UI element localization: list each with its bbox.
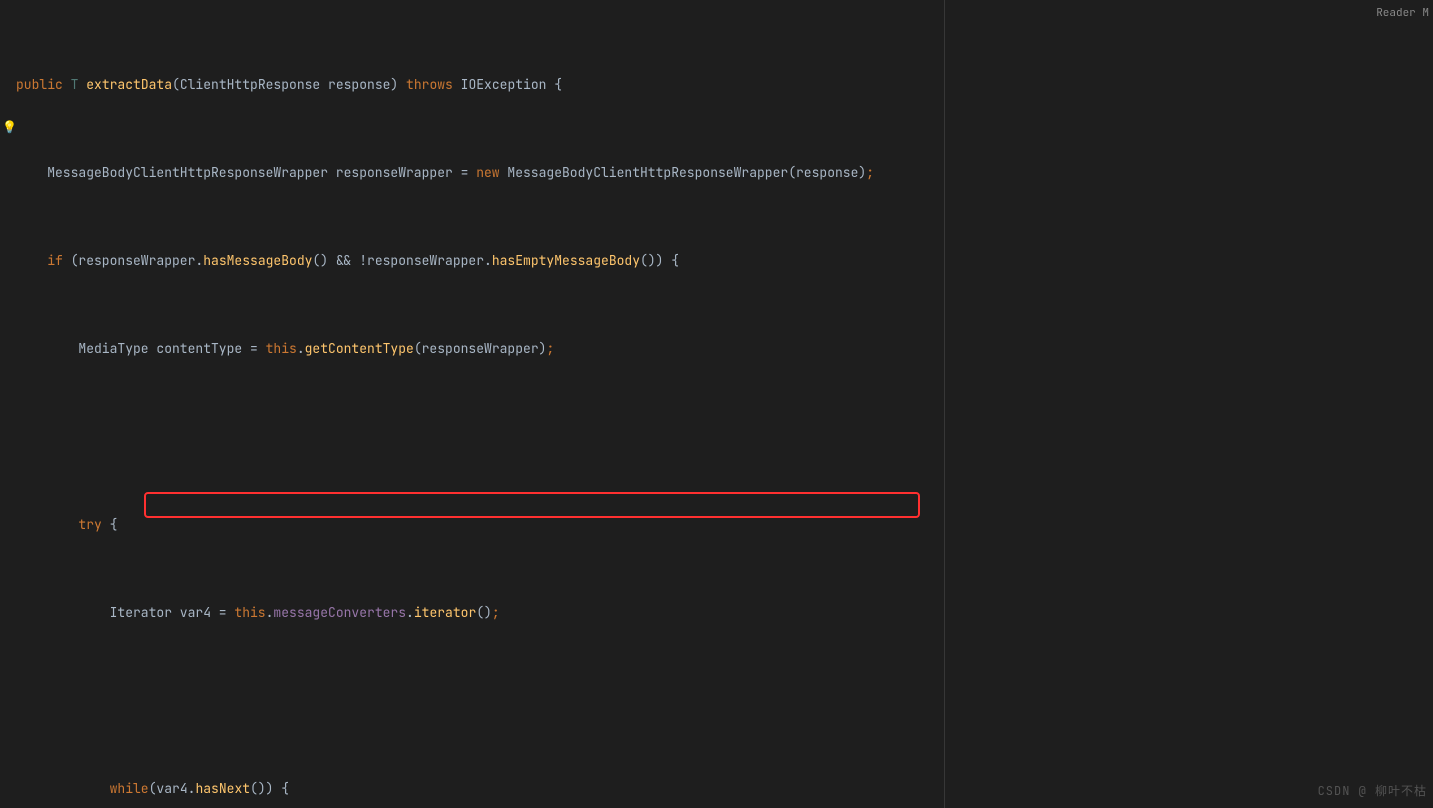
caret-line-highlight: [16, 514, 1433, 536]
code-line[interactable]: Iterator var4 = this.messageConverters.i…: [16, 602, 1389, 624]
code-editor[interactable]: 💡 Reader M public T extractData(ClientHt…: [0, 0, 1433, 808]
watermark-text: CSDN @ 柳叶不枯: [1318, 780, 1427, 802]
code-line[interactable]: try {: [16, 514, 1389, 536]
code-line[interactable]: while(var4.hasNext()) {: [16, 778, 1389, 800]
code-line-blank[interactable]: [16, 690, 1389, 712]
code-line-blank[interactable]: [16, 426, 1389, 448]
code-line[interactable]: if (responseWrapper.hasMessageBody() && …: [16, 250, 1389, 272]
intention-bulb-icon[interactable]: 💡: [2, 120, 12, 134]
code-lines[interactable]: public T extractData(ClientHttpResponse …: [16, 8, 1389, 808]
code-line[interactable]: MessageBodyClientHttpResponseWrapper res…: [16, 162, 1389, 184]
gutter: 💡: [0, 0, 14, 808]
code-line[interactable]: public T extractData(ClientHttpResponse …: [16, 74, 1389, 96]
code-line[interactable]: MediaType contentType = this.getContentT…: [16, 338, 1389, 360]
